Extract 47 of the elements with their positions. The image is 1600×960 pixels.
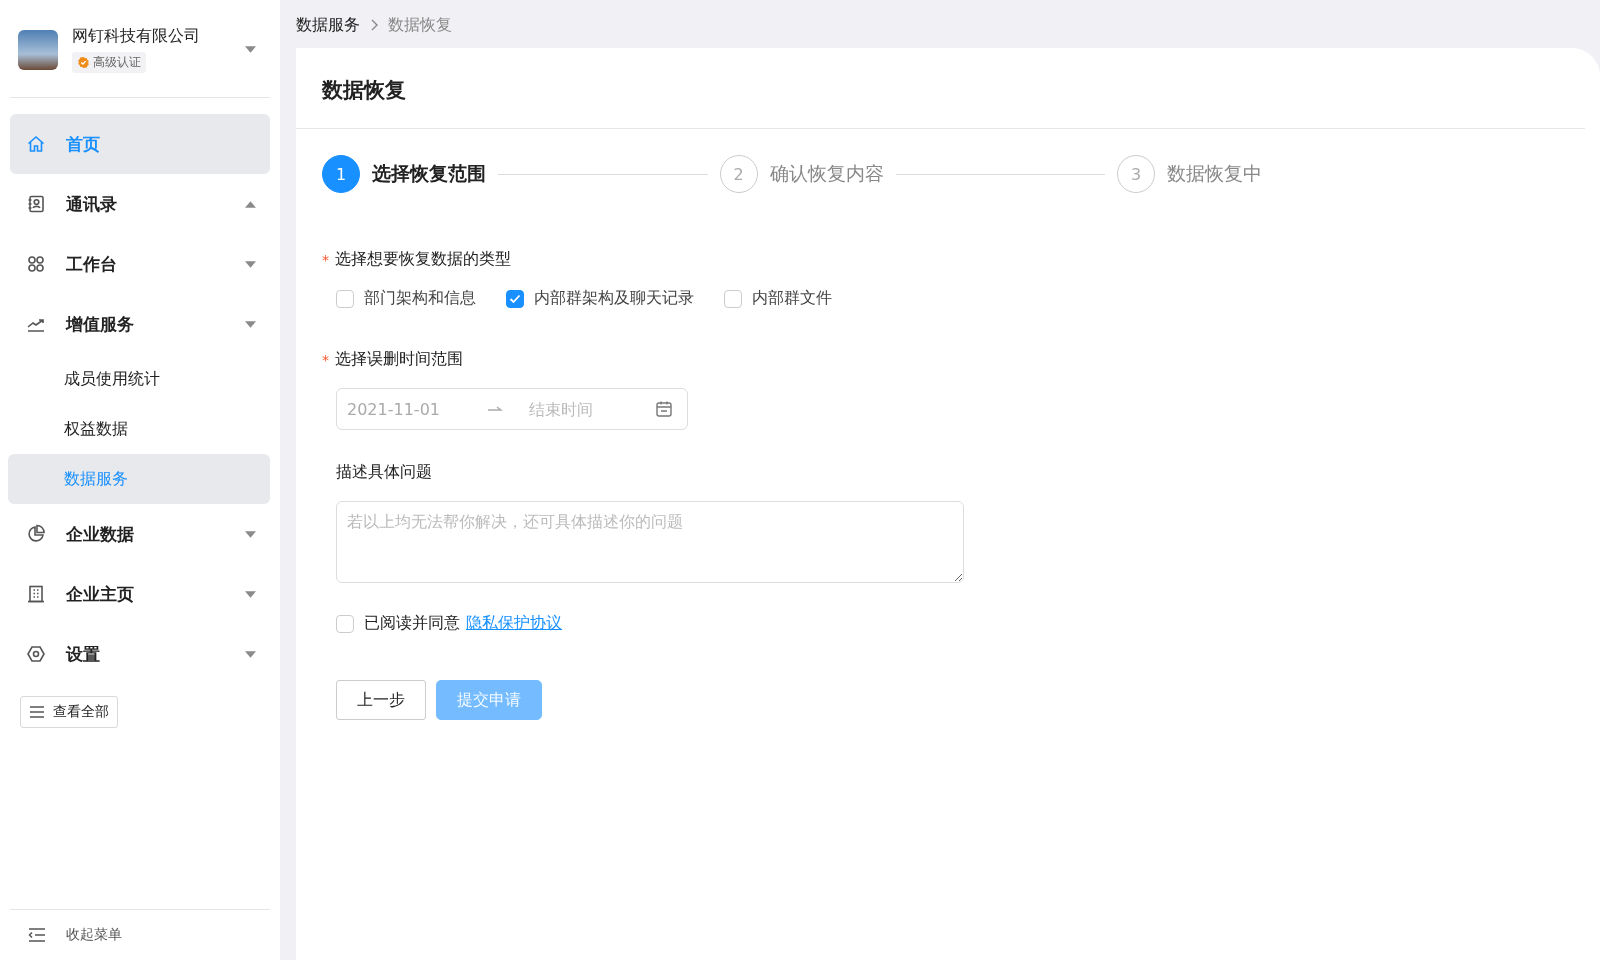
back-button[interactable]: 上一步 xyxy=(336,680,426,720)
view-all-button[interactable]: 查看全部 xyxy=(20,696,118,728)
step-label: 确认恢复内容 xyxy=(769,161,884,186)
step-label: 数据恢复中 xyxy=(1167,161,1262,186)
settings-icon xyxy=(26,644,46,664)
pie-chart-icon xyxy=(26,524,46,544)
collapse-menu-button[interactable]: 收起菜单 xyxy=(10,910,270,960)
company-name: 网钉科技有限公司 xyxy=(72,26,200,47)
menu-icon xyxy=(29,705,45,719)
checkmark-icon xyxy=(509,293,521,304)
field-label: 描述具体问题 xyxy=(336,462,432,483)
calendar-icon[interactable] xyxy=(655,400,673,418)
checkbox-option[interactable]: 内部群架构及聊天记录 xyxy=(506,288,694,309)
collapse-menu-icon xyxy=(28,927,46,943)
checkbox[interactable] xyxy=(724,289,742,308)
page-title: 数据恢复 xyxy=(296,48,1585,129)
checkbox-option[interactable]: 内部群文件 xyxy=(724,288,832,309)
menu-item[interactable]: 通讯录 xyxy=(10,174,270,234)
field-label: 选择误删时间范围 xyxy=(335,349,463,370)
checkbox[interactable] xyxy=(506,289,524,308)
building-icon xyxy=(26,584,46,604)
home-icon xyxy=(26,134,46,154)
agreement-text: 已阅读并同意 xyxy=(364,613,460,634)
submenu-item[interactable]: 权益数据 xyxy=(8,404,270,454)
checkbox-option[interactable]: 部门架构和信息 xyxy=(336,288,476,309)
step-number: 1 xyxy=(322,155,360,193)
field-label: 选择想要恢复数据的类型 xyxy=(335,249,511,270)
menu-item[interactable]: 增值服务 xyxy=(10,294,270,354)
menu-item[interactable]: 企业主页 xyxy=(10,564,270,624)
required-mark: * xyxy=(322,351,329,368)
chevron-right-icon xyxy=(370,19,378,31)
submenu-item[interactable]: 成员使用统计 xyxy=(8,354,270,404)
menu-item[interactable]: 企业数据 xyxy=(10,504,270,564)
menu-item[interactable]: 设置 xyxy=(10,624,270,684)
checkbox[interactable] xyxy=(336,289,354,308)
menu-item[interactable]: 工作台 xyxy=(10,234,270,294)
certification-badge: 高级认证 xyxy=(72,52,146,73)
required-mark: * xyxy=(322,251,329,268)
breadcrumb-item[interactable]: 数据服务 xyxy=(296,14,360,36)
contact-card-icon xyxy=(26,194,46,214)
breadcrumb-item: 数据恢复 xyxy=(388,14,452,36)
dropdown-caret-icon[interactable] xyxy=(245,46,256,53)
photo-placeholder xyxy=(18,29,58,70)
description-field[interactable]: 若以上均无法帮你解决，还可具体描述你的问题 xyxy=(336,501,964,583)
grid-icon xyxy=(26,254,46,274)
checkbox[interactable] xyxy=(336,614,354,633)
step-label: 选择恢复范围 xyxy=(372,161,486,186)
